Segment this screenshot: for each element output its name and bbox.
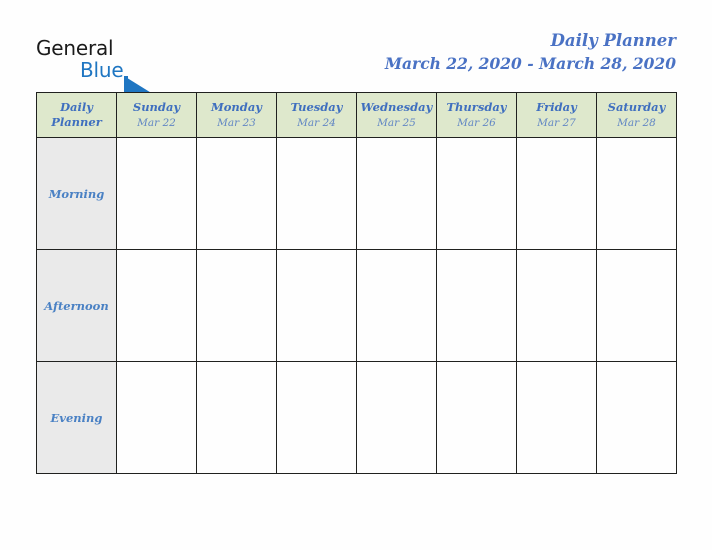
slot-morning-saturday[interactable] (596, 137, 677, 250)
slot-afternoon-sunday[interactable] (116, 249, 197, 362)
day-name-label: Monday (211, 99, 262, 114)
table-row-afternoon: Afternoon (36, 249, 677, 362)
day-date-label: Mar 24 (297, 116, 336, 129)
slot-evening-saturday[interactable] (596, 361, 677, 474)
table-header-row: Daily Planner Sunday Mar 22 Monday Mar 2… (36, 92, 677, 138)
day-date-label: Mar 22 (137, 116, 176, 129)
header-cell-friday: Friday Mar 27 (516, 92, 597, 138)
slot-afternoon-friday[interactable] (516, 249, 597, 362)
header-cell-saturday: Saturday Mar 28 (596, 92, 677, 138)
day-date-label: Mar 26 (457, 116, 496, 129)
slot-evening-monday[interactable] (196, 361, 277, 474)
slot-evening-friday[interactable] (516, 361, 597, 474)
slot-morning-monday[interactable] (196, 137, 277, 250)
header-cell-sunday: Sunday Mar 22 (116, 92, 197, 138)
header-cell-tuesday: Tuesday Mar 24 (276, 92, 357, 138)
row-label-text: Morning (48, 186, 105, 201)
slot-morning-thursday[interactable] (436, 137, 517, 250)
day-name-label: Thursday (446, 99, 507, 114)
day-date-label: Mar 28 (617, 116, 656, 129)
day-date-label: Mar 23 (217, 116, 256, 129)
slot-evening-sunday[interactable] (116, 361, 197, 474)
slot-afternoon-monday[interactable] (196, 249, 277, 362)
day-name-label: Saturday (607, 99, 666, 114)
slot-evening-thursday[interactable] (436, 361, 517, 474)
header-corner-cell: Daily Planner (36, 92, 117, 138)
header-cell-thursday: Thursday Mar 26 (436, 92, 517, 138)
corner-label-line2: Planner (51, 115, 102, 129)
slot-evening-tuesday[interactable] (276, 361, 357, 474)
slot-afternoon-thursday[interactable] (436, 249, 517, 362)
day-date-label: Mar 25 (377, 116, 416, 129)
weekly-planner-table: Daily Planner Sunday Mar 22 Monday Mar 2… (36, 92, 677, 474)
day-date-label: Mar 27 (537, 116, 576, 129)
day-name-label: Sunday (132, 99, 181, 114)
row-label-evening: Evening (36, 361, 117, 474)
table-row-evening: Evening (36, 361, 677, 474)
day-name-label: Friday (536, 99, 577, 114)
day-name-label: Tuesday (290, 99, 343, 114)
slot-afternoon-saturday[interactable] (596, 249, 677, 362)
slot-afternoon-wednesday[interactable] (356, 249, 437, 362)
date-range-label: March 22, 2020 - March 28, 2020 (384, 54, 676, 73)
slot-morning-wednesday[interactable] (356, 137, 437, 250)
slot-afternoon-tuesday[interactable] (276, 249, 357, 362)
row-label-text: Evening (50, 410, 103, 425)
row-label-text: Afternoon (44, 298, 109, 313)
planner-page: General Blue Daily Planner March 22, 202… (0, 0, 712, 550)
slot-morning-tuesday[interactable] (276, 137, 357, 250)
title-block: Daily Planner March 22, 2020 - March 28,… (385, 30, 676, 75)
slot-morning-friday[interactable] (516, 137, 597, 250)
row-label-afternoon: Afternoon (36, 249, 117, 362)
header-cell-wednesday: Wednesday Mar 25 (356, 92, 437, 138)
logo-text-general: General (36, 36, 114, 60)
slot-morning-sunday[interactable] (116, 137, 197, 250)
page-title: Daily Planner (550, 31, 676, 50)
logo-text-blue: Blue (80, 58, 124, 82)
row-label-morning: Morning (36, 137, 117, 250)
general-blue-logo: General Blue (36, 36, 216, 94)
day-name-label: Wednesday (360, 99, 433, 114)
corner-label-line1: Daily (60, 100, 93, 114)
page-header: General Blue Daily Planner March 22, 202… (0, 0, 712, 94)
header-cell-monday: Monday Mar 23 (196, 92, 277, 138)
table-row-morning: Morning (36, 137, 677, 250)
slot-evening-wednesday[interactable] (356, 361, 437, 474)
